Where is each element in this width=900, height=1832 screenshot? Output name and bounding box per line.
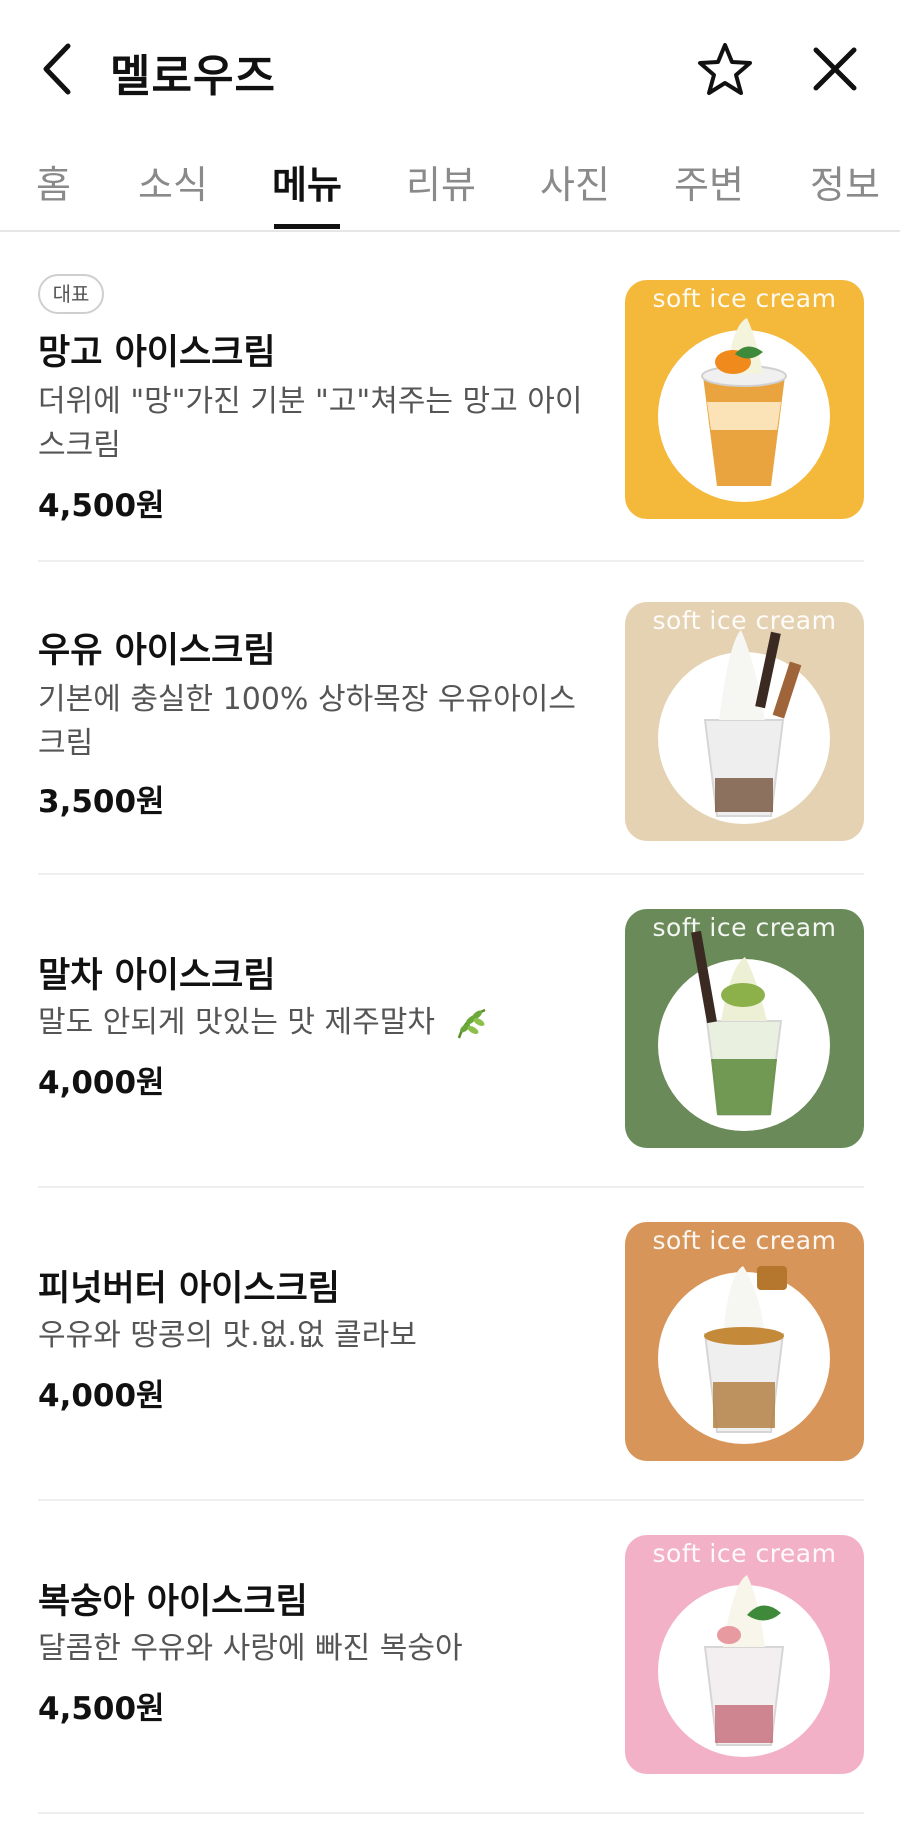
description-text: 말도 안되게 맛있는 맛 제주말차 (38, 1005, 435, 1040)
close-icon (813, 47, 857, 91)
tab-reviews[interactable]: 리뷰 (406, 154, 476, 209)
menu-item-peanut-butter[interactable]: 피넛버터 아이스크림 우유와 땅콩의 맛.없.없 콜라보 4,000원 soft… (38, 1188, 864, 1501)
tab-menu[interactable]: 메뉴 (272, 154, 342, 209)
ice-cream-cup-image (658, 1575, 830, 1757)
menu-item-description: 우유와 땅콩의 맛.없.없 콜라보 (38, 1318, 417, 1353)
leaf-emoji-icon (457, 1008, 485, 1038)
menu-item-description: 달콤한 우유와 사랑에 빠진 복숭아 (38, 1631, 463, 1666)
menu-item-peach[interactable]: 복숭아 아이스크림 달콤한 우유와 사랑에 빠진 복숭아 4,500원 soft… (38, 1501, 864, 1814)
menu-item-price: 4,000원 (38, 1065, 165, 1101)
favorite-button[interactable] (695, 40, 755, 100)
menu-item-name: 피넛버터 아이스크림 (38, 1269, 340, 1309)
menu-item-name: 말차 아이스크림 (38, 956, 276, 996)
menu-item-price: 4,000원 (38, 1378, 165, 1414)
star-outline-icon (698, 43, 752, 95)
ice-cream-cup-image (658, 1266, 830, 1444)
menu-item-photo[interactable]: soft ice cream (625, 280, 864, 519)
ice-cream-cup-image (658, 318, 830, 502)
menu-item-milk[interactable]: 우유 아이스크림 기본에 충실한 100% 상하목장 우유아이스크림 3,500… (38, 562, 864, 875)
tab-news[interactable]: 소식 (138, 154, 208, 209)
menu-item-description: 기본에 충실한 100% 상하목장 우유아이스크림 (38, 682, 576, 761)
menu-item-name: 망고 아이스크림 (38, 333, 276, 373)
tab-bar: 홈 소식 메뉴 리뷰 사진 주변 정보 (0, 140, 900, 232)
tab-photos[interactable]: 사진 (540, 154, 610, 209)
menu-item-price: 4,500원 (38, 488, 165, 524)
menu-item-photo[interactable]: soft ice cream (625, 909, 864, 1148)
ice-cream-cup-image (658, 630, 830, 824)
back-button[interactable] (38, 42, 78, 96)
menu-item-name: 우유 아이스크림 (38, 631, 276, 671)
close-button[interactable] (810, 44, 860, 94)
menu-item-description: 말도 안되게 맛있는 맛 제주말차 (38, 1001, 593, 1045)
menu-item-mango[interactable]: 대표 망고 아이스크림 더위에 "망"가진 기분 "고"쳐주는 망고 아이스크림… (38, 232, 864, 562)
active-tab-indicator (274, 224, 340, 229)
tab-home[interactable]: 홈 (36, 154, 71, 209)
tab-info[interactable]: 정보 (810, 154, 880, 209)
menu-item-price: 4,500원 (38, 1691, 165, 1727)
page-title: 멜로우즈 (110, 51, 276, 102)
tab-nearby[interactable]: 주변 (674, 154, 744, 209)
ice-cream-cup-image (658, 930, 830, 1131)
menu-item-photo[interactable]: soft ice cream (625, 602, 864, 841)
menu-item-photo[interactable]: soft ice cream (625, 1535, 864, 1774)
signature-badge: 대표 (38, 274, 104, 314)
menu-item-description: 더위에 "망"가진 기분 "고"쳐주는 망고 아이스크림 (38, 384, 583, 463)
menu-item-price: 3,500원 (38, 784, 165, 820)
chevron-left-icon (43, 43, 71, 95)
menu-item-name: 복숭아 아이스크림 (38, 1582, 308, 1622)
menu-item-matcha[interactable]: 말차 아이스크림 말도 안되게 맛있는 맛 제주말차 4,000원 soft i… (38, 875, 864, 1188)
menu-item-photo[interactable]: soft ice cream (625, 1222, 864, 1461)
top-bar: 멜로우즈 (0, 0, 900, 140)
